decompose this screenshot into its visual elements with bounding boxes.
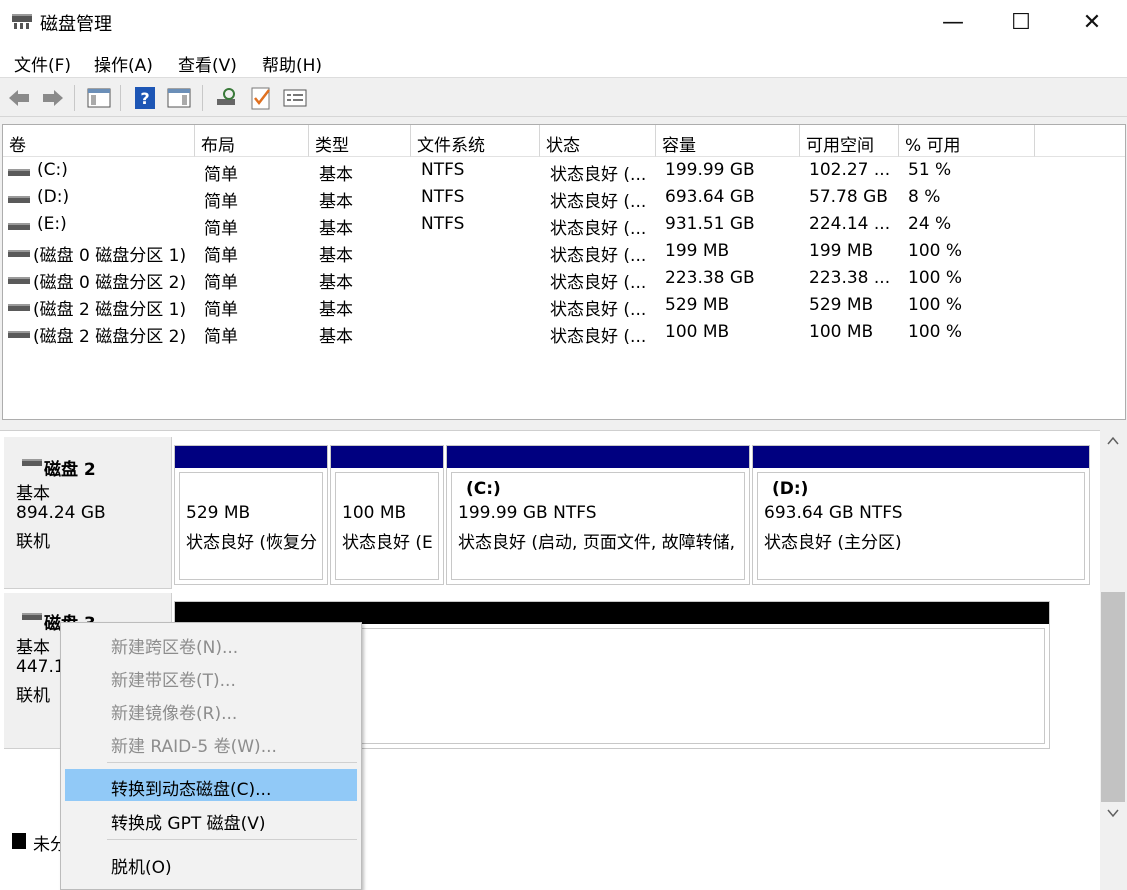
menu-convert-to-dynamic-disk[interactable]: 转换到动态磁盘(C)... <box>65 769 357 801</box>
table-row[interactable]: (D:) 简单 基本 NTFS 状态良好 (... 693.64 GB 57.7… <box>3 185 1125 212</box>
menu-new-striped-volume[interactable]: 新建带区卷(T)... <box>65 660 357 692</box>
disk-icon <box>22 613 42 620</box>
drive-icon <box>8 250 30 257</box>
column-header-type[interactable]: 类型 <box>309 125 411 157</box>
close-button[interactable]: ✕ <box>1057 0 1127 44</box>
pane-splitter[interactable] <box>0 420 1127 430</box>
help-icon[interactable]: ? <box>132 85 158 111</box>
column-header-percent-free[interactable]: % 可用 <box>899 125 1035 157</box>
settings-icon[interactable] <box>282 85 308 111</box>
menu-offline[interactable]: 脱机(O) <box>65 847 357 879</box>
menu-action[interactable]: 操作(A) <box>94 51 153 76</box>
menu-new-raid5-volume[interactable]: 新建 RAID-5 卷(W)... <box>65 726 357 758</box>
disk-icon <box>22 459 42 466</box>
title-bar: 磁盘管理 — ☐ ✕ <box>0 0 1127 44</box>
menu-view[interactable]: 查看(V) <box>178 51 237 76</box>
scroll-up-icon[interactable] <box>1107 436 1119 446</box>
volume-list: 卷 布局 类型 文件系统 状态 容量 可用空间 % 可用 (C:) 简单 基本 … <box>2 124 1126 420</box>
partition-disk2-1[interactable]: 529 MB 状态良好 (恢复分 <box>174 445 328 585</box>
table-row[interactable]: (磁盘 2 磁盘分区 1) 简单 基本 状态良好 (... 529 MB 529… <box>3 293 1125 320</box>
column-header-free[interactable]: 可用空间 <box>800 125 899 157</box>
legend-unallocated-swatch <box>12 833 26 849</box>
menu-new-mirrored-volume[interactable]: 新建镜像卷(R)... <box>65 693 357 725</box>
window-title: 磁盘管理 <box>40 14 112 35</box>
check-icon[interactable] <box>248 85 274 111</box>
drive-icon <box>8 196 30 203</box>
column-header-capacity[interactable]: 容量 <box>656 125 800 157</box>
column-header-volume[interactable]: 卷 <box>3 125 195 157</box>
partition-disk2-2[interactable]: 100 MB 状态良好 (E <box>330 445 444 585</box>
table-row[interactable]: (磁盘 2 磁盘分区 2) 简单 基本 状态良好 (... 100 MB 100… <box>3 320 1125 347</box>
partition-d[interactable]: (D:) 693.64 GB NTFS 状态良好 (主分区) <box>752 445 1090 585</box>
back-icon[interactable] <box>6 85 32 111</box>
drive-icon <box>8 277 30 284</box>
column-header-filesystem[interactable]: 文件系统 <box>411 125 540 157</box>
drive-icon <box>8 304 30 311</box>
column-header-status[interactable]: 状态 <box>540 125 656 157</box>
menu-help[interactable]: 帮助(H) <box>262 51 322 76</box>
svg-text:?: ? <box>140 89 149 108</box>
table-row[interactable]: (C:) 简单 基本 NTFS 状态良好 (... 199.99 GB 102.… <box>3 158 1125 185</box>
table-row[interactable]: (磁盘 0 磁盘分区 1) 简单 基本 状态良好 (... 199 MB 199… <box>3 239 1125 266</box>
drive-icon <box>8 169 30 176</box>
scrollbar-thumb[interactable] <box>1101 592 1125 802</box>
show-hide-console-icon[interactable] <box>86 85 112 111</box>
table-row[interactable]: (E:) 简单 基本 NTFS 状态良好 (... 931.51 GB 224.… <box>3 212 1125 239</box>
maximize-button[interactable]: ☐ <box>986 0 1056 44</box>
menu-new-spanned-volume[interactable]: 新建跨区卷(N)... <box>65 627 357 659</box>
table-row[interactable]: (磁盘 0 磁盘分区 2) 简单 基本 状态良好 (... 223.38 GB … <box>3 266 1125 293</box>
rescan-icon[interactable] <box>214 85 240 111</box>
scroll-down-icon[interactable] <box>1107 808 1119 818</box>
partition-c[interactable]: (C:) 199.99 GB NTFS 状态良好 (启动, 页面文件, 故障转储… <box>446 445 750 585</box>
disk-management-icon <box>12 14 32 29</box>
column-header-layout[interactable]: 布局 <box>195 125 309 157</box>
drive-icon <box>8 223 30 230</box>
toolbar: ? <box>0 79 1127 117</box>
minimize-button[interactable]: — <box>918 0 988 44</box>
drive-icon <box>8 331 30 338</box>
menu-bar: 文件(F) 操作(A) 查看(V) 帮助(H) <box>0 44 1127 78</box>
context-menu: 新建跨区卷(N)... 新建带区卷(T)... 新建镜像卷(R)... 新建 R… <box>60 622 362 890</box>
menu-convert-to-gpt-disk[interactable]: 转换成 GPT 磁盘(V) <box>65 803 357 835</box>
disk-2-label[interactable]: 磁盘 2 基本 894.24 GB 联机 <box>4 437 172 589</box>
menu-file[interactable]: 文件(F) <box>14 51 71 76</box>
forward-icon[interactable] <box>40 85 66 111</box>
properties-icon[interactable] <box>166 85 192 111</box>
